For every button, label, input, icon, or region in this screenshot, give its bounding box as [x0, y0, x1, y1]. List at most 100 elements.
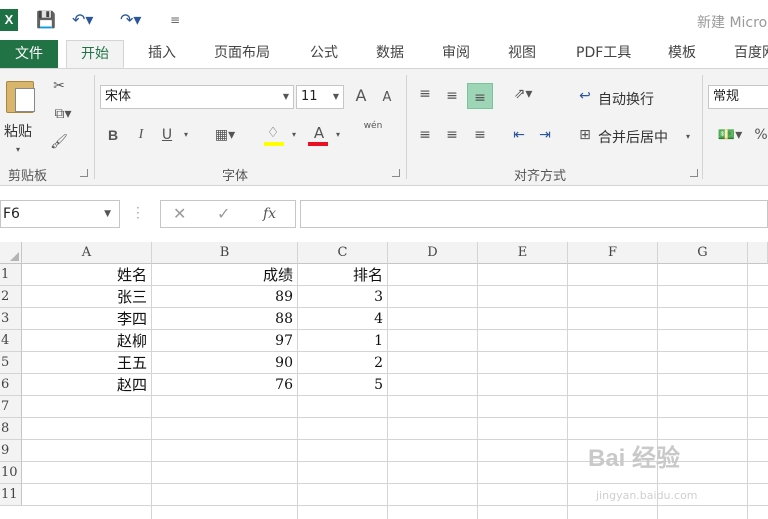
bold-button[interactable]: B — [104, 124, 122, 146]
underline-button[interactable]: U — [158, 124, 176, 146]
fill-color-dropdown-icon[interactable]: ▾ — [288, 124, 300, 146]
formula-input[interactable] — [300, 200, 768, 228]
tab-review[interactable]: 审阅 — [442, 40, 470, 68]
tab-home[interactable]: 开始 — [66, 40, 124, 68]
row-header-10[interactable]: 10 — [0, 462, 22, 484]
paste-dropdown-icon[interactable]: ▾ — [16, 139, 20, 161]
underline-dropdown-icon[interactable]: ▾ — [180, 124, 192, 146]
cell-b1[interactable]: 成绩 — [152, 264, 298, 286]
decrease-indent-icon[interactable]: ⇤ — [508, 124, 530, 146]
cell-b4[interactable]: 97 — [152, 330, 298, 352]
cell-b6[interactable]: 76 — [152, 374, 298, 396]
cell-a5[interactable]: 王五 — [22, 352, 152, 374]
tab-file[interactable]: 文件 — [0, 40, 58, 68]
cancel-icon[interactable]: ✕ — [173, 201, 186, 227]
tab-data[interactable]: 数据 — [376, 40, 404, 68]
tab-baidu[interactable]: 百度网 — [734, 40, 768, 68]
cell-c6[interactable]: 5 — [298, 374, 388, 396]
fill-color-icon[interactable]: ♢ — [262, 122, 284, 144]
tab-templates[interactable]: 模板 — [668, 40, 696, 68]
select-all-button[interactable] — [0, 242, 22, 264]
font-size-value: 11 — [301, 89, 318, 104]
insert-function-button[interactable]: fx — [263, 201, 276, 227]
borders-icon[interactable]: ▦▾ — [210, 124, 240, 146]
cell-a6[interactable]: 赵四 — [22, 374, 152, 396]
italic-button[interactable]: I — [132, 124, 150, 146]
row-header-9[interactable]: 9 — [0, 440, 22, 462]
merge-center-icon[interactable]: ⊞ — [574, 124, 596, 146]
font-color-icon[interactable]: A — [308, 122, 330, 144]
row-header-1[interactable]: 1 — [0, 264, 22, 286]
cell-c3[interactable]: 4 — [298, 308, 388, 330]
baidu-watermark-url: jingyan.baidu.com — [596, 489, 698, 502]
column-header-g[interactable]: G — [658, 242, 748, 264]
splitter-handle[interactable]: · · · — [136, 202, 140, 224]
undo-icon[interactable]: ↶▾ — [72, 9, 93, 31]
font-name-combo[interactable]: 宋体 ▼ — [100, 85, 294, 109]
save-icon[interactable]: 💾 — [36, 9, 56, 31]
column-header-d[interactable]: D — [388, 242, 478, 264]
alignment-launcher-icon[interactable] — [690, 169, 698, 177]
row-header-5[interactable]: 5 — [0, 352, 22, 374]
cell-a4[interactable]: 赵柳 — [22, 330, 152, 352]
tab-pdf-tools[interactable]: PDF工具 — [576, 40, 631, 68]
cell-b3[interactable]: 88 — [152, 308, 298, 330]
column-header-h[interactable] — [748, 242, 768, 264]
number-format-combo[interactable]: 常规 — [708, 85, 768, 109]
cell-a1[interactable]: 姓名 — [22, 264, 152, 286]
row-header-11[interactable]: 11 — [0, 484, 22, 506]
shrink-font-icon[interactable]: A — [378, 87, 396, 109]
align-top-icon[interactable]: ≡ — [414, 83, 436, 105]
tab-formulas[interactable]: 公式 — [310, 40, 338, 68]
column-header-a[interactable]: A — [22, 242, 152, 264]
font-size-combo[interactable]: 11 ▼ — [296, 85, 344, 109]
font-color-dropdown-icon[interactable]: ▾ — [332, 124, 344, 146]
cell-c5[interactable]: 2 — [298, 352, 388, 374]
cell-c1[interactable]: 排名 — [298, 264, 388, 286]
paste-icon[interactable] — [6, 81, 35, 113]
cell-c2[interactable]: 3 — [298, 286, 388, 308]
name-box[interactable]: F6 ▼ — [0, 200, 120, 228]
merge-dropdown-icon[interactable]: ▾ — [682, 126, 694, 148]
increase-indent-icon[interactable]: ⇥ — [534, 124, 556, 146]
row-header-7[interactable]: 7 — [0, 396, 22, 418]
redo-icon[interactable]: ↷▾ — [120, 9, 141, 31]
accounting-format-icon[interactable]: 💵▾ — [710, 124, 750, 146]
align-center-icon[interactable]: ≡ — [441, 124, 463, 146]
row-header-6[interactable]: 6 — [0, 374, 22, 396]
cell-a2[interactable]: 张三 — [22, 286, 152, 308]
row-header-8[interactable]: 8 — [0, 418, 22, 440]
cut-icon[interactable]: ✂ — [48, 75, 70, 97]
align-left-icon[interactable]: ≡ — [414, 124, 436, 146]
row-header-2[interactable]: 2 — [0, 286, 22, 308]
tab-page-layout[interactable]: 页面布局 — [214, 40, 270, 68]
merge-center-button[interactable]: 合并后居中 — [598, 127, 668, 147]
row-header-4[interactable]: 4 — [0, 330, 22, 352]
cell-c4[interactable]: 1 — [298, 330, 388, 352]
percent-icon[interactable]: % — [754, 124, 768, 146]
enter-icon[interactable]: ✓ — [217, 201, 230, 227]
wrap-text-icon[interactable]: ↩ — [574, 85, 596, 107]
font-launcher-icon[interactable] — [392, 169, 400, 177]
column-header-f[interactable]: F — [568, 242, 658, 264]
column-header-c[interactable]: C — [298, 242, 388, 264]
row-header-3[interactable]: 3 — [0, 308, 22, 330]
cell-b5[interactable]: 90 — [152, 352, 298, 374]
tab-view[interactable]: 视图 — [508, 40, 536, 68]
format-painter-icon[interactable]: 🖌 — [48, 131, 70, 153]
clipboard-launcher-icon[interactable] — [80, 169, 88, 177]
align-right-icon[interactable]: ≡ — [469, 124, 491, 146]
tab-insert[interactable]: 插入 — [148, 40, 176, 68]
cell-b2[interactable]: 89 — [152, 286, 298, 308]
paste-label[interactable]: 粘贴 — [4, 121, 32, 141]
customize-qat-icon[interactable]: ≡ — [170, 9, 180, 31]
phonetic-guide-icon[interactable]: wén — [358, 119, 388, 141]
align-middle-icon[interactable]: ≡ — [441, 85, 463, 107]
orientation-icon[interactable]: ⇗▾ — [506, 83, 540, 105]
copy-icon[interactable]: ⧉▾ — [46, 103, 80, 125]
column-header-e[interactable]: E — [478, 242, 568, 264]
grow-font-icon[interactable]: A — [350, 85, 372, 107]
cell-a3[interactable]: 李四 — [22, 308, 152, 330]
column-header-b[interactable]: B — [152, 242, 298, 264]
wrap-text-button[interactable]: 自动换行 — [598, 89, 654, 109]
